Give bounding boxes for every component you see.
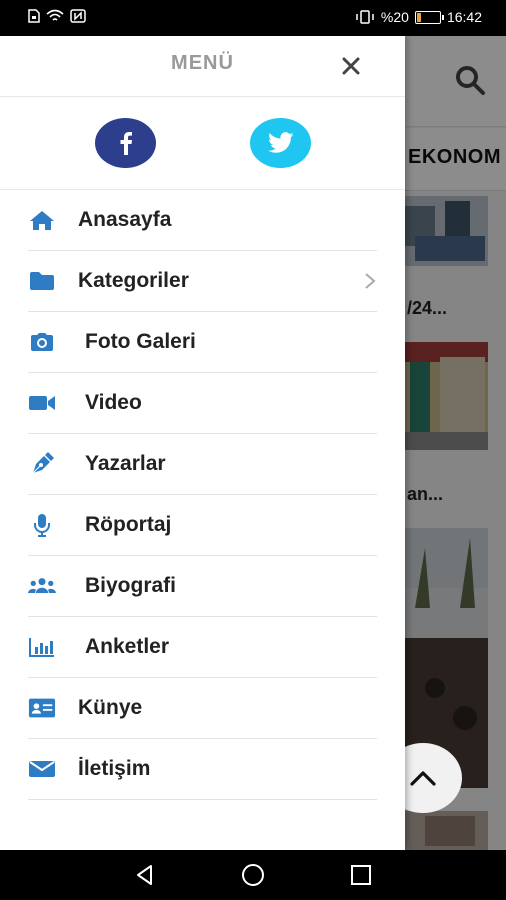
menu-item-video[interactable]: Video xyxy=(28,373,377,434)
menu-item-label: Yazarlar xyxy=(85,452,166,475)
camera-icon xyxy=(28,330,56,354)
navigation-drawer: MENÜ Anasayfa Kategoriler Foto Galeri Vi… xyxy=(0,36,405,850)
menu-item-biyografi[interactable]: Biyografi xyxy=(28,556,377,617)
menu-item-kunye[interactable]: Künye xyxy=(28,678,377,739)
menu-item-label: Röportaj xyxy=(85,513,172,536)
status-bar: %20 16:42 xyxy=(0,0,506,36)
wifi-icon xyxy=(46,9,64,21)
menu-item-label: Anasayfa xyxy=(78,208,172,231)
menu-item-label: İletişim xyxy=(78,757,151,780)
social-links xyxy=(0,97,405,190)
battery-fill xyxy=(416,12,421,22)
users-icon xyxy=(28,574,56,598)
menu-item-label: Künye xyxy=(78,696,143,719)
menu-item-label: Foto Galeri xyxy=(85,330,196,353)
menu-item-yazarlar[interactable]: Yazarlar xyxy=(28,434,377,495)
sim-icon xyxy=(28,9,40,23)
folder-icon xyxy=(28,269,56,293)
bar-chart-icon xyxy=(28,635,56,659)
status-left-icons xyxy=(28,9,86,23)
twitter-button[interactable] xyxy=(250,118,311,168)
close-icon[interactable] xyxy=(341,56,361,76)
pen-icon xyxy=(28,452,56,476)
menu-item-iletisim[interactable]: İletişim xyxy=(28,739,377,800)
menu-item-kategoriler[interactable]: Kategoriler xyxy=(28,251,377,312)
clock-time: 16:42 xyxy=(446,9,482,25)
menu-item-label: Kategoriler xyxy=(78,269,189,292)
nfc-icon xyxy=(70,9,86,23)
chevron-up-icon xyxy=(410,771,436,786)
menu-item-anketler[interactable]: Anketler xyxy=(28,617,377,678)
id-card-icon xyxy=(28,696,56,720)
vibrate-icon xyxy=(356,10,374,24)
microphone-icon xyxy=(28,513,56,537)
system-nav-bar xyxy=(0,850,506,900)
chevron-right-icon xyxy=(365,273,376,289)
back-icon[interactable] xyxy=(133,863,157,887)
home-nav-icon[interactable] xyxy=(241,863,265,887)
battery-percent: %20 xyxy=(380,9,409,25)
drawer-menu: Anasayfa Kategoriler Foto Galeri Video Y… xyxy=(0,190,405,800)
video-icon xyxy=(28,391,56,415)
envelope-icon xyxy=(28,757,56,781)
recents-icon[interactable] xyxy=(349,863,373,887)
menu-item-label: Anketler xyxy=(85,635,170,658)
status-right: %20 16:42 xyxy=(355,9,482,25)
facebook-button[interactable] xyxy=(95,118,156,168)
menu-item-label: Biyografi xyxy=(85,574,177,597)
battery-icon xyxy=(414,10,444,24)
drawer-header: MENÜ xyxy=(0,36,405,97)
twitter-icon xyxy=(267,132,294,153)
menu-item-roportaj[interactable]: Röportaj xyxy=(28,495,377,556)
facebook-icon xyxy=(120,132,132,155)
menu-item-foto-galeri[interactable]: Foto Galeri xyxy=(28,312,377,373)
menu-item-anasayfa[interactable]: Anasayfa xyxy=(28,190,377,251)
menu-item-label: Video xyxy=(85,391,142,414)
home-icon xyxy=(28,208,56,232)
